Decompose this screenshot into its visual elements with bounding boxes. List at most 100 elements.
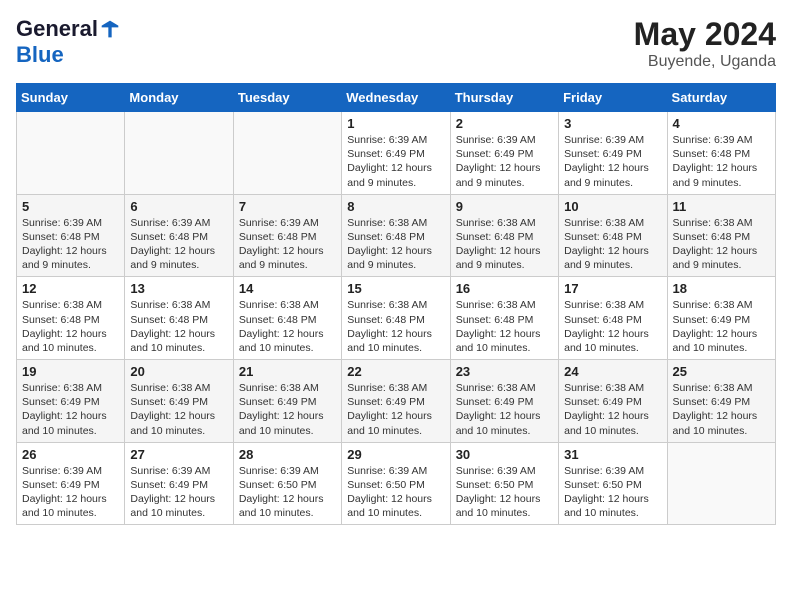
day-number: 29 xyxy=(347,447,444,462)
day-info: Sunrise: 6:39 AMSunset: 6:48 PMDaylight:… xyxy=(673,133,770,190)
location-subtitle: Buyende, Uganda xyxy=(634,53,776,71)
day-info: Sunrise: 6:38 AMSunset: 6:48 PMDaylight:… xyxy=(673,216,770,273)
day-of-week-header: Tuesday xyxy=(233,84,341,112)
day-number: 20 xyxy=(130,364,227,379)
day-number: 10 xyxy=(564,199,661,214)
calendar-day-cell: 3Sunrise: 6:39 AMSunset: 6:49 PMDaylight… xyxy=(559,112,667,195)
day-info: Sunrise: 6:38 AMSunset: 6:49 PMDaylight:… xyxy=(673,381,770,438)
calendar-day-cell xyxy=(125,112,233,195)
day-info: Sunrise: 6:39 AMSunset: 6:49 PMDaylight:… xyxy=(347,133,444,190)
day-number: 12 xyxy=(22,281,119,296)
calendar-day-cell: 18 Sunrise: 6:38 AMSunset: 6:49 PMDayligh… xyxy=(667,277,775,360)
calendar-day-cell: 31 Sunrise: 6:39 AMSunset: 6:50 PMDayligh… xyxy=(559,442,667,525)
day-number: 14 xyxy=(239,281,336,296)
day-number: 6 xyxy=(130,199,227,214)
calendar-day-cell: 23Sunrise: 6:38 AMSunset: 6:49 PMDayligh… xyxy=(450,360,558,443)
calendar-day-cell: 13 Sunrise: 6:38 AMSunset: 6:48 PMDayligh… xyxy=(125,277,233,360)
calendar-day-cell xyxy=(233,112,341,195)
logo-general-text: General xyxy=(16,16,98,42)
day-of-week-header: Sunday xyxy=(17,84,125,112)
calendar-day-cell: 6 Sunrise: 6:39 AMSunset: 6:48 PMDaylight… xyxy=(125,194,233,277)
calendar-week-row: 19 Sunrise: 6:38 AMSunset: 6:49 PMDayligh… xyxy=(17,360,776,443)
calendar-day-cell: 7 Sunrise: 6:39 AMSunset: 6:48 PMDaylight… xyxy=(233,194,341,277)
calendar-table: SundayMondayTuesdayWednesdayThursdayFrid… xyxy=(16,83,776,525)
day-number: 21 xyxy=(239,364,336,379)
day-info: Sunrise: 6:39 AMSunset: 6:48 PMDaylight:… xyxy=(22,216,119,273)
day-info: Sunrise: 6:38 AMSunset: 6:48 PMDaylight:… xyxy=(130,298,227,355)
day-number: 30 xyxy=(456,447,553,462)
calendar-day-cell: 19Sunrise: 6:38 AMSunset: 6:49 PMDayligh… xyxy=(17,360,125,443)
day-number: 31 xyxy=(564,447,661,462)
day-number: 26 xyxy=(22,447,119,462)
calendar-day-cell: 11 Sunrise: 6:38 AMSunset: 6:48 PMDayligh… xyxy=(667,194,775,277)
logo-icon xyxy=(100,19,120,39)
calendar-week-row: 26 Sunrise: 6:39 AMSunset: 6:49 PMDayligh… xyxy=(17,442,776,525)
day-info: Sunrise: 6:39 AMSunset: 6:49 PMDaylight:… xyxy=(130,464,227,521)
day-info: Sunrise: 6:39 AMSunset: 6:50 PMDaylight:… xyxy=(347,464,444,521)
day-number: 27 xyxy=(130,447,227,462)
day-number: 16 xyxy=(456,281,553,296)
day-info: Sunrise: 6:38 AMSunset: 6:48 PMDaylight:… xyxy=(239,298,336,355)
day-number: 24 xyxy=(564,364,661,379)
day-of-week-header: Thursday xyxy=(450,84,558,112)
day-info: Sunrise: 6:38 AMSunset: 6:48 PMDaylight:… xyxy=(347,216,444,273)
calendar-week-row: 5 Sunrise: 6:39 AMSunset: 6:48 PMDaylight… xyxy=(17,194,776,277)
day-info: Sunrise: 6:38 AMSunset: 6:49 PMDaylight:… xyxy=(673,298,770,355)
logo: General Blue xyxy=(16,16,120,68)
logo-blue-text: Blue xyxy=(16,42,64,67)
day-number: 11 xyxy=(673,199,770,214)
day-number: 18 xyxy=(673,281,770,296)
month-year-title: May 2024 xyxy=(634,16,776,53)
day-number: 9 xyxy=(456,199,553,214)
day-info: Sunrise: 6:39 AMSunset: 6:50 PMDaylight:… xyxy=(456,464,553,521)
calendar-day-cell: 10 Sunrise: 6:38 AMSunset: 6:48 PMDayligh… xyxy=(559,194,667,277)
calendar-day-cell: 15Sunrise: 6:38 AMSunset: 6:48 PMDayligh… xyxy=(342,277,450,360)
calendar-day-cell: 8 Sunrise: 6:38 AMSunset: 6:48 PMDaylight… xyxy=(342,194,450,277)
day-number: 5 xyxy=(22,199,119,214)
day-info: Sunrise: 6:38 AMSunset: 6:48 PMDaylight:… xyxy=(347,298,444,355)
calendar-day-cell: 2 Sunrise: 6:39 AMSunset: 6:49 PMDaylight… xyxy=(450,112,558,195)
day-of-week-header: Friday xyxy=(559,84,667,112)
day-info: Sunrise: 6:39 AMSunset: 6:48 PMDaylight:… xyxy=(130,216,227,273)
day-number: 19 xyxy=(22,364,119,379)
calendar-week-row: 1Sunrise: 6:39 AMSunset: 6:49 PMDaylight… xyxy=(17,112,776,195)
day-info: Sunrise: 6:39 AMSunset: 6:50 PMDaylight:… xyxy=(564,464,661,521)
calendar-day-cell: 27 Sunrise: 6:39 AMSunset: 6:49 PMDayligh… xyxy=(125,442,233,525)
calendar-day-cell: 12 Sunrise: 6:38 AMSunset: 6:48 PMDayligh… xyxy=(17,277,125,360)
calendar-day-cell: 24 Sunrise: 6:38 AMSunset: 6:49 PMDayligh… xyxy=(559,360,667,443)
calendar-day-cell: 28 Sunrise: 6:39 AMSunset: 6:50 PMDayligh… xyxy=(233,442,341,525)
day-info: Sunrise: 6:38 AMSunset: 6:49 PMDaylight:… xyxy=(239,381,336,438)
day-info: Sunrise: 6:38 AMSunset: 6:49 PMDaylight:… xyxy=(130,381,227,438)
day-info: Sunrise: 6:39 AMSunset: 6:49 PMDaylight:… xyxy=(456,133,553,190)
calendar-day-cell xyxy=(17,112,125,195)
day-number: 28 xyxy=(239,447,336,462)
day-number: 13 xyxy=(130,281,227,296)
calendar-day-cell: 4 Sunrise: 6:39 AMSunset: 6:48 PMDaylight… xyxy=(667,112,775,195)
day-info: Sunrise: 6:38 AMSunset: 6:48 PMDaylight:… xyxy=(564,216,661,273)
day-number: 4 xyxy=(673,116,770,131)
day-of-week-header: Saturday xyxy=(667,84,775,112)
day-number: 22 xyxy=(347,364,444,379)
day-info: Sunrise: 6:38 AMSunset: 6:48 PMDaylight:… xyxy=(22,298,119,355)
page-header: General Blue May 2024 Buyende, Uganda xyxy=(16,16,776,71)
calendar-day-cell: 9Sunrise: 6:38 AMSunset: 6:48 PMDaylight… xyxy=(450,194,558,277)
day-info: Sunrise: 6:38 AMSunset: 6:49 PMDaylight:… xyxy=(564,381,661,438)
day-info: Sunrise: 6:39 AMSunset: 6:48 PMDaylight:… xyxy=(239,216,336,273)
day-number: 2 xyxy=(456,116,553,131)
day-number: 7 xyxy=(239,199,336,214)
day-number: 23 xyxy=(456,364,553,379)
calendar-day-cell: 17Sunrise: 6:38 AMSunset: 6:48 PMDayligh… xyxy=(559,277,667,360)
calendar-day-cell: 25 Sunrise: 6:38 AMSunset: 6:49 PMDayligh… xyxy=(667,360,775,443)
calendar-day-cell: 21 Sunrise: 6:38 AMSunset: 6:49 PMDayligh… xyxy=(233,360,341,443)
day-of-week-header: Monday xyxy=(125,84,233,112)
calendar-day-cell: 22 Sunrise: 6:38 AMSunset: 6:49 PMDayligh… xyxy=(342,360,450,443)
day-info: Sunrise: 6:39 AMSunset: 6:50 PMDaylight:… xyxy=(239,464,336,521)
day-number: 8 xyxy=(347,199,444,214)
calendar-day-cell xyxy=(667,442,775,525)
calendar-day-cell: 29 Sunrise: 6:39 AMSunset: 6:50 PMDayligh… xyxy=(342,442,450,525)
title-block: May 2024 Buyende, Uganda xyxy=(634,16,776,71)
day-info: Sunrise: 6:38 AMSunset: 6:49 PMDaylight:… xyxy=(347,381,444,438)
calendar-day-cell: 26Sunrise: 6:39 AMSunset: 6:49 PMDayligh… xyxy=(17,442,125,525)
day-number: 25 xyxy=(673,364,770,379)
calendar-week-row: 12 Sunrise: 6:38 AMSunset: 6:48 PMDayligh… xyxy=(17,277,776,360)
